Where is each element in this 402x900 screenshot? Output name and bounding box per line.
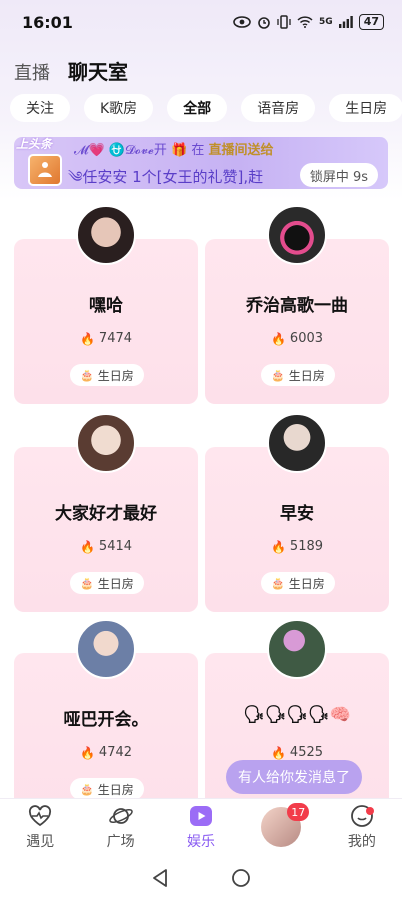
message-toast[interactable]: 有人给你发消息了 — [226, 760, 362, 794]
bottom-nav: 遇见 广场 娱乐 17 我的 — [0, 798, 402, 854]
room-tag: 🎂 生日房 — [70, 778, 144, 800]
room-tag-label: 生日房 — [97, 368, 134, 383]
cake-icon: 🎂 — [80, 368, 94, 382]
category-tabs: 关注 K歌房 全部 语音房 生日房 — [10, 94, 402, 122]
room-avatar — [76, 413, 136, 473]
status-bar: 16:01 5G 47 — [0, 0, 402, 44]
cake-icon: 🎂 — [271, 368, 285, 382]
cake-icon: 🎂 — [271, 576, 285, 590]
room-heat: 🔥 7474 — [14, 331, 198, 346]
nav-messages[interactable]: 17 — [241, 799, 321, 854]
heartbeat-icon — [27, 803, 53, 829]
room-name: 早安 — [280, 504, 314, 524]
room-avatar — [76, 619, 136, 679]
battery-indicator: 47 — [358, 14, 384, 30]
nav-entertainment[interactable]: 娱乐 — [161, 799, 241, 854]
headline-banner[interactable]: 上头条 𝓜💗 ⛎𝓓𝓸𝓿𝓮开 🎁 在 直播间送给 ༄任安安 1个[女王的礼赞],赶… — [14, 137, 388, 189]
cake-icon: 🎂 — [80, 782, 94, 796]
heat-value: 7474 — [98, 331, 133, 346]
lock-countdown-button[interactable]: 锁屏中 9s — [299, 163, 378, 187]
play-icon — [188, 803, 214, 829]
banner-highlight: 直播间送给 — [208, 143, 274, 158]
banner-line-2: ༄任安安 1个[女王的礼赞],赶 — [68, 168, 264, 186]
banner-in: 在 — [191, 143, 205, 158]
fire-icon: 🔥 — [270, 745, 286, 760]
fire-icon: 🔥 — [79, 745, 95, 760]
fire-icon: 🔥 — [79, 331, 95, 346]
heat-value: 4742 — [98, 745, 133, 760]
room-tag-label: 生日房 — [97, 782, 134, 797]
fire-icon: 🔥 — [270, 331, 286, 346]
room-name: 大家好才最好 — [55, 504, 157, 524]
tab-live[interactable]: 直播 — [14, 59, 50, 85]
eye-icon — [233, 16, 251, 28]
tab-birthday[interactable]: 生日房 — [329, 94, 402, 122]
heat-value: 5414 — [98, 539, 133, 554]
vibrate-icon — [277, 15, 291, 29]
unread-badge: 17 — [287, 803, 310, 821]
nav-label: 我的 — [347, 833, 376, 850]
room-heat: 🔥 4742 — [14, 745, 198, 760]
room-tag: 🎂 生日房 — [70, 572, 144, 594]
heat-value: 4525 — [289, 745, 324, 760]
room-avatar — [267, 619, 327, 679]
meditate-icon — [38, 162, 52, 177]
wifi-icon — [297, 16, 313, 28]
room-name: 🗣🗣🗣🗣🧠 — [243, 705, 351, 725]
system-nav-bar — [0, 856, 402, 900]
heat-value: 5189 — [289, 539, 324, 554]
room-heat: 🔥 4525 — [205, 745, 389, 760]
room-tag-label: 生日房 — [97, 576, 134, 591]
banner-sender: 𝓜💗 ⛎𝓓𝓸𝓿𝓮开 — [74, 143, 167, 158]
banner-line-1: 𝓜💗 ⛎𝓓𝓸𝓿𝓮开 🎁 在 直播间送给 — [74, 139, 273, 158]
signal-icon — [338, 16, 353, 28]
fire-icon: 🔥 — [270, 539, 286, 554]
nav-label: 娱乐 — [187, 833, 216, 850]
room-name: 嘿哈 — [89, 296, 123, 316]
nav-meet[interactable]: 遇见 — [0, 799, 80, 854]
tab-follow[interactable]: 关注 — [10, 94, 70, 122]
nav-square[interactable]: 广场 — [80, 799, 160, 854]
tab-all[interactable]: 全部 — [167, 94, 228, 122]
notification-dot — [366, 807, 375, 815]
tab-chatroom[interactable]: 聊天室 — [68, 56, 128, 85]
home-icon[interactable] — [231, 868, 251, 888]
room-avatar — [267, 205, 327, 265]
gift-thumbnail — [28, 154, 62, 186]
room-name: 哑巴开会。 — [63, 710, 149, 730]
room-heat: 🔥 5189 — [205, 539, 389, 554]
room-tag-label: 生日房 — [288, 576, 325, 591]
nav-label: 广场 — [106, 833, 135, 850]
fire-icon: 🔥 — [79, 539, 95, 554]
room-tag: 🎂 生日房 — [70, 364, 144, 386]
nav-mine[interactable]: 我的 — [322, 799, 402, 854]
back-icon[interactable] — [151, 868, 169, 888]
tab-karaoke[interactable]: K歌房 — [84, 94, 154, 122]
room-heat: 🔥 6003 — [205, 331, 389, 346]
room-tag: 🎂 生日房 — [261, 364, 335, 386]
status-icons: 5G 47 — [233, 14, 384, 30]
status-time: 16:01 — [22, 12, 73, 32]
room-heat: 🔥 5414 — [14, 539, 198, 554]
signal-label: 5G — [319, 17, 333, 27]
headline-label: 上头条 — [16, 137, 53, 151]
room-tag-label: 生日房 — [288, 368, 325, 383]
planet-icon — [108, 803, 134, 829]
room-avatar — [76, 205, 136, 265]
tab-voice[interactable]: 语音房 — [241, 94, 316, 122]
cake-icon: 🎂 — [80, 576, 94, 590]
room-tag: 🎂 生日房 — [261, 572, 335, 594]
alarm-icon — [258, 17, 270, 29]
nav-label: 遇见 — [26, 833, 55, 850]
top-tabs: 直播 聊天室 — [14, 56, 128, 85]
heat-value: 6003 — [289, 331, 324, 346]
banner-gift-badge: 🎁 — [170, 143, 192, 158]
room-avatar — [267, 413, 327, 473]
room-name: 乔治高歌一曲 — [246, 296, 348, 316]
